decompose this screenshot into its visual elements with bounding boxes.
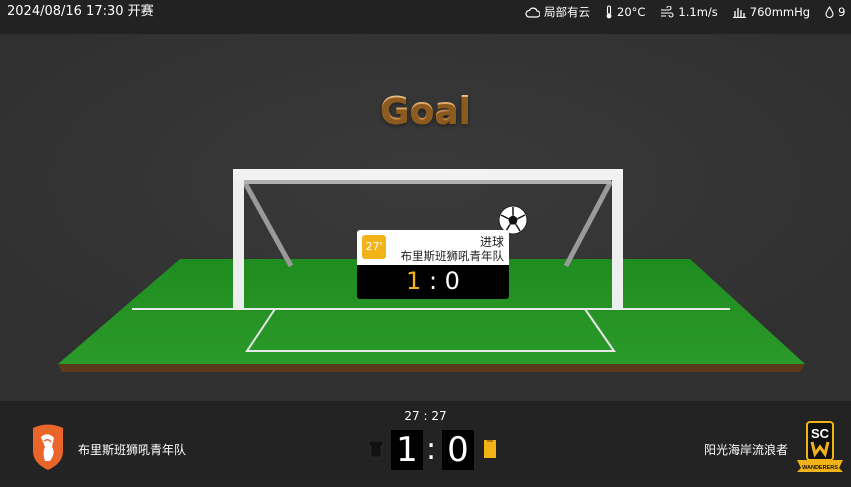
home-team-name: 布里斯班狮吼青年队 — [78, 443, 187, 457]
away-logo-text: SC — [811, 426, 830, 441]
goal-title: Goal — [0, 90, 851, 131]
away-score: 0 — [442, 430, 474, 470]
event-score: 1 : 0 — [357, 265, 509, 299]
away-jersey-icon — [484, 440, 496, 458]
home-jersey-icon — [367, 439, 385, 458]
goal-right-post — [612, 169, 623, 310]
event-minute-badge: 27' — [362, 235, 386, 259]
pitch-illustration — [0, 34, 851, 401]
event-score-separator: : — [421, 267, 445, 295]
away-team-name: 阳光海岸流浪者 — [703, 443, 788, 457]
event-team: 布里斯班狮吼青年队 — [400, 249, 505, 263]
event-score-away: 0 — [444, 267, 460, 295]
goal-crossbar — [233, 169, 623, 180]
away-team-logo: SC WANDERERS — [797, 421, 843, 472]
away-logo-banner: WANDERERS — [802, 465, 838, 471]
home-team-logo — [33, 424, 63, 470]
pitch-soil-edge — [58, 364, 805, 372]
event-score-home: 1 — [406, 267, 422, 295]
home-score: 1 — [391, 430, 423, 470]
goal-event-card: 27' 进球 布里斯班狮吼青年队 — [357, 230, 509, 265]
score-separator: : — [426, 432, 437, 467]
match-clock: 27 : 27 — [404, 409, 447, 423]
goal-left-post — [233, 169, 244, 310]
